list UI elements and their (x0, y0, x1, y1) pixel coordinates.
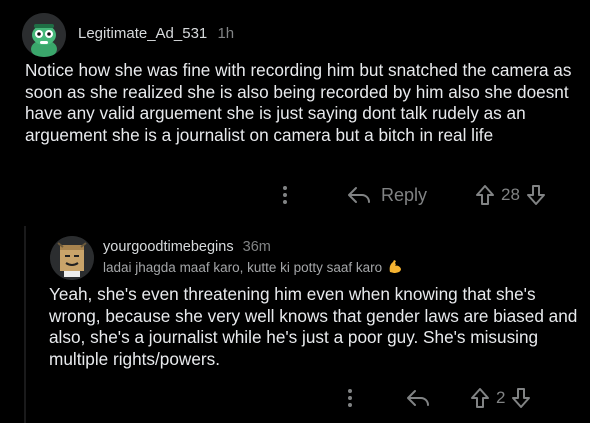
avatar[interactable] (22, 13, 66, 57)
downvote-arrow-icon[interactable] (511, 387, 531, 409)
downvote-arrow-icon[interactable] (526, 184, 546, 206)
comment-body: Notice how she was fine with recording h… (25, 60, 572, 145)
comment-actions: Reply 28 (275, 180, 546, 210)
reply-more-options-button[interactable] (340, 383, 360, 413)
upvote-arrow-icon[interactable] (475, 184, 495, 206)
user-flair: ladai jhagda maaf karo, kutte ki potty s… (103, 258, 403, 277)
thread-line[interactable] (24, 226, 26, 423)
vote-control: 28 (475, 184, 546, 206)
reply-reply-button[interactable] (406, 388, 430, 408)
comment-meta: Legitimate_Ad_531 1h (78, 25, 234, 42)
reply-username[interactable]: yourgoodtimebegins (103, 239, 234, 255)
flexed-biceps-icon (387, 258, 403, 277)
reply-actions: 2 (340, 383, 531, 413)
vote-score: 28 (501, 185, 520, 204)
reply-arrow-icon (348, 187, 370, 203)
reply-label: Reply (381, 184, 428, 205)
more-options-button[interactable] (275, 180, 295, 210)
reply-body: Yeah, she's even threatening him even wh… (49, 284, 578, 369)
vertical-ellipsis-icon (348, 389, 352, 407)
timestamp: 1h (217, 25, 235, 42)
flair-text: ladai jhagda maaf karo, kutte ki potty s… (103, 260, 383, 275)
reply-avatar[interactable] (50, 236, 94, 280)
reply-button[interactable]: Reply (347, 185, 427, 206)
reply-arrow-icon (407, 390, 429, 406)
snoo-avatar-icon (22, 13, 66, 57)
username[interactable]: Legitimate_Ad_531 (78, 25, 207, 42)
box-head-avatar-icon (50, 236, 94, 280)
reply-vote-score: 2 (496, 388, 506, 407)
upvote-arrow-icon[interactable] (470, 387, 490, 409)
reply-vote-control: 2 (470, 387, 531, 409)
reply-meta: yourgoodtimebegins 36m (103, 239, 271, 255)
vertical-ellipsis-icon (283, 186, 287, 204)
reply-timestamp: 36m (242, 239, 271, 255)
